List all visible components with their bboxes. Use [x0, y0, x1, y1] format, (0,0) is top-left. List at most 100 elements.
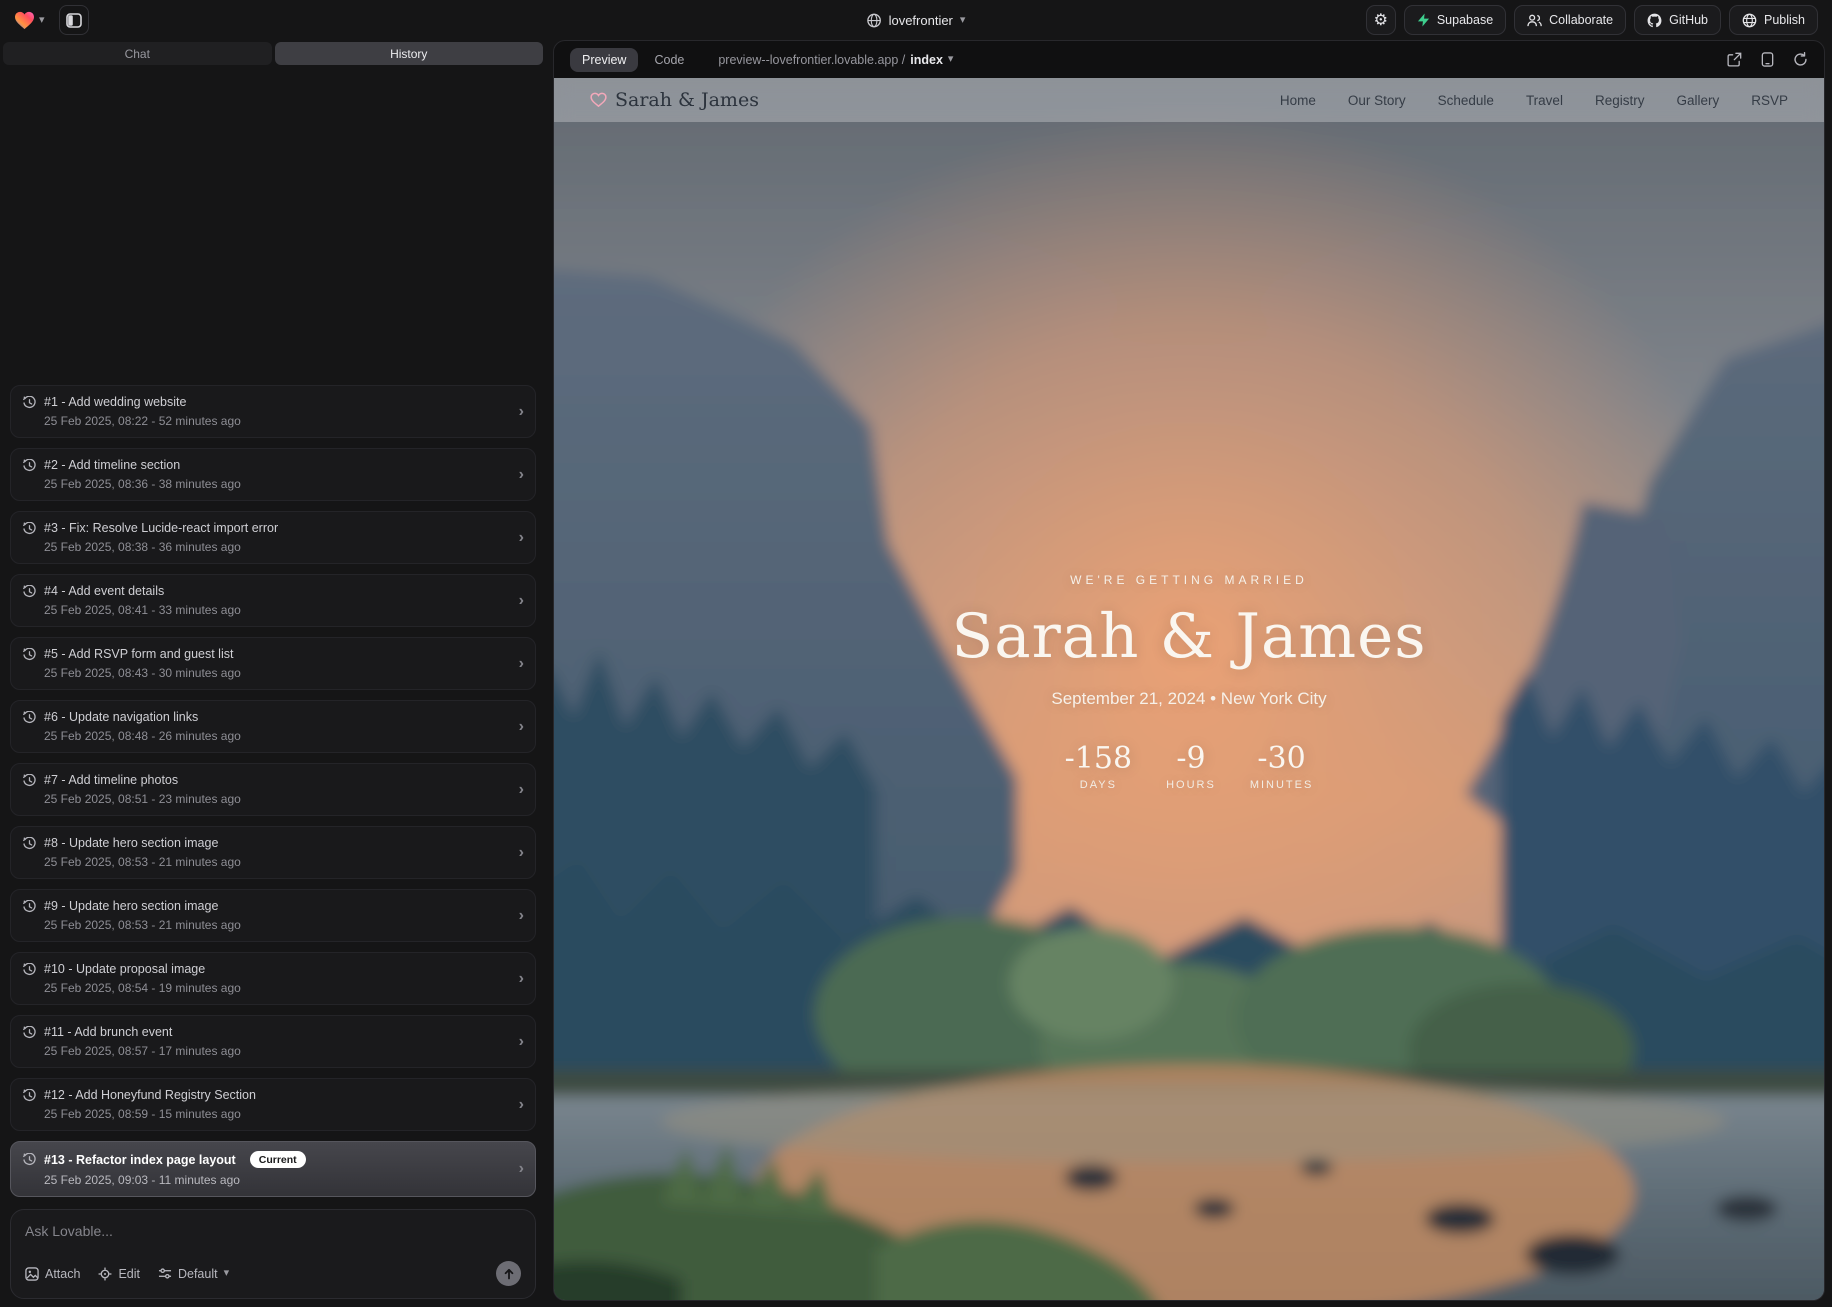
history-item-title: #1 - Add wedding website	[44, 395, 186, 409]
history-clock-icon	[23, 396, 36, 409]
settings-button[interactable]: ⚙	[1366, 5, 1396, 35]
sliders-icon	[158, 1267, 172, 1280]
attach-button[interactable]: Attach	[25, 1267, 80, 1281]
sidebar: Chat History #1 - Add wedding website 25…	[0, 40, 546, 1307]
countdown-label: HOURS	[1166, 779, 1216, 791]
globe-icon	[867, 13, 882, 28]
history-clock-icon	[23, 522, 36, 535]
arrow-up-icon	[503, 1268, 515, 1280]
chevron-right-icon: ›	[519, 1161, 524, 1177]
history-clock-icon	[23, 837, 36, 850]
smartphone-icon[interactable]	[1761, 52, 1774, 67]
preview-url-page: index	[910, 53, 943, 67]
history-item[interactable]: #12 - Add Honeyfund Registry Section 25 …	[10, 1078, 536, 1131]
history-item-timestamp: 25 Feb 2025, 08:51 - 23 minutes ago	[44, 792, 505, 806]
chat-composer[interactable]: Attach Edit	[10, 1209, 536, 1299]
countdown-value: -30	[1250, 741, 1314, 776]
history-item-timestamp: 25 Feb 2025, 09:03 - 11 minutes ago	[44, 1173, 505, 1187]
preview-url-base: preview--lovefrontier.lovable.app /	[718, 53, 905, 67]
site-nav-link[interactable]: Gallery	[1676, 93, 1719, 108]
gear-icon: ⚙	[1374, 10, 1388, 30]
history-item-timestamp: 25 Feb 2025, 08:53 - 21 minutes ago	[44, 855, 505, 869]
sidebar-tabs: Chat History	[0, 40, 546, 65]
publish-button[interactable]: Publish	[1729, 5, 1818, 35]
history-item[interactable]: #2 - Add timeline section 25 Feb 2025, 0…	[10, 448, 536, 501]
project-switcher[interactable]: lovefrontier ▾	[867, 0, 966, 40]
hero-subtitle: September 21, 2024 • New York City	[554, 689, 1824, 709]
refresh-icon[interactable]	[1793, 52, 1808, 67]
history-clock-icon	[23, 1089, 36, 1102]
history-item-timestamp: 25 Feb 2025, 08:36 - 38 minutes ago	[44, 477, 505, 491]
site-nav-link[interactable]: Schedule	[1438, 93, 1494, 108]
hero-title: Sarah & James	[554, 601, 1824, 672]
send-button[interactable]	[496, 1261, 521, 1286]
countdown-value: -9	[1166, 741, 1216, 776]
chevron-right-icon: ›	[519, 467, 524, 483]
publish-globe-icon	[1742, 13, 1757, 28]
mode-select[interactable]: Default ▾	[158, 1267, 229, 1281]
history-clock-icon	[23, 585, 36, 598]
history-item-title: #5 - Add RSVP form and guest list	[44, 647, 233, 661]
edit-button[interactable]: Edit	[98, 1267, 140, 1281]
history-item[interactable]: #11 - Add brunch event 25 Feb 2025, 08:5…	[10, 1015, 536, 1068]
site-nav-link[interactable]: Travel	[1526, 93, 1563, 108]
preview-panel: Preview Code preview--lovefrontier.lovab…	[553, 40, 1825, 1301]
ask-lovable-input[interactable]	[25, 1223, 521, 1239]
hero-section: WE'RE GETTING MARRIED Sarah & James Sept…	[554, 573, 1824, 791]
lovable-logo-menu[interactable]: ▾	[14, 11, 45, 30]
history-item-timestamp: 25 Feb 2025, 08:41 - 33 minutes ago	[44, 603, 505, 617]
history-item-title: #13 - Refactor index page layout	[44, 1153, 236, 1167]
history-item[interactable]: #5 - Add RSVP form and guest list 25 Feb…	[10, 637, 536, 690]
site-nav-link[interactable]: Home	[1280, 93, 1316, 108]
project-name: lovefrontier	[889, 13, 953, 28]
history-item[interactable]: #13 - Refactor index page layout Current…	[10, 1141, 536, 1197]
current-badge: Current	[250, 1151, 306, 1168]
external-link-icon[interactable]	[1727, 52, 1742, 67]
history-clock-icon	[23, 900, 36, 913]
history-item[interactable]: #9 - Update hero section image 25 Feb 20…	[10, 889, 536, 942]
history-item[interactable]: #6 - Update navigation links 25 Feb 2025…	[10, 700, 536, 753]
site-nav-link[interactable]: Registry	[1595, 93, 1645, 108]
chevron-right-icon: ›	[519, 404, 524, 420]
preview-url[interactable]: preview--lovefrontier.lovable.app / inde…	[718, 53, 953, 67]
history-clock-icon	[23, 648, 36, 661]
countdown-unit: -9 HOURS	[1166, 741, 1216, 791]
image-icon	[25, 1267, 39, 1281]
supabase-button[interactable]: Supabase	[1404, 5, 1506, 35]
history-item[interactable]: #8 - Update hero section image 25 Feb 20…	[10, 826, 536, 879]
site-nav-link[interactable]: RSVP	[1751, 93, 1788, 108]
history-item[interactable]: #3 - Fix: Resolve Lucide-react import er…	[10, 511, 536, 564]
chevron-down-icon: ▾	[39, 15, 45, 26]
attach-label: Attach	[45, 1267, 80, 1281]
history-item-timestamp: 25 Feb 2025, 08:38 - 36 minutes ago	[44, 540, 505, 554]
hero-eyebrow: WE'RE GETTING MARRIED	[554, 573, 1824, 587]
collaborate-button[interactable]: Collaborate	[1514, 5, 1626, 35]
site-nav-link[interactable]: Our Story	[1348, 93, 1406, 108]
github-label: GitHub	[1669, 13, 1708, 27]
history-item-timestamp: 25 Feb 2025, 08:48 - 26 minutes ago	[44, 729, 505, 743]
history-item[interactable]: #4 - Add event details 25 Feb 2025, 08:4…	[10, 574, 536, 627]
history-item-title: #3 - Fix: Resolve Lucide-react import er…	[44, 521, 278, 535]
history-clock-icon	[23, 1026, 36, 1039]
tab-code[interactable]: Code	[644, 48, 694, 72]
target-icon	[98, 1267, 112, 1281]
countdown-value: -158	[1065, 741, 1132, 776]
toggle-sidebar-button[interactable]	[59, 5, 89, 35]
history-item-timestamp: 25 Feb 2025, 08:43 - 30 minutes ago	[44, 666, 505, 680]
history-item[interactable]: #7 - Add timeline photos 25 Feb 2025, 08…	[10, 763, 536, 816]
tab-history[interactable]: History	[275, 42, 544, 65]
history-item[interactable]: #10 - Update proposal image 25 Feb 2025,…	[10, 952, 536, 1005]
history-item-title: #10 - Update proposal image	[44, 962, 205, 976]
site-logo[interactable]: Sarah & James	[590, 89, 759, 111]
tab-chat[interactable]: Chat	[3, 42, 272, 65]
app-topbar: ▾ lovefrontier ▾ ⚙ Supabase	[0, 0, 1832, 40]
github-button[interactable]: GitHub	[1634, 5, 1721, 35]
chevron-right-icon: ›	[519, 530, 524, 546]
history-item[interactable]: #1 - Add wedding website 25 Feb 2025, 08…	[10, 385, 536, 438]
history-clock-icon	[23, 963, 36, 976]
chevron-right-icon: ›	[519, 1034, 524, 1050]
tab-preview[interactable]: Preview	[570, 48, 638, 72]
chevron-right-icon: ›	[519, 782, 524, 798]
history-item-title: #2 - Add timeline section	[44, 458, 180, 472]
countdown: -158 DAYS-9 HOURS-30 MINUTES	[554, 741, 1824, 791]
